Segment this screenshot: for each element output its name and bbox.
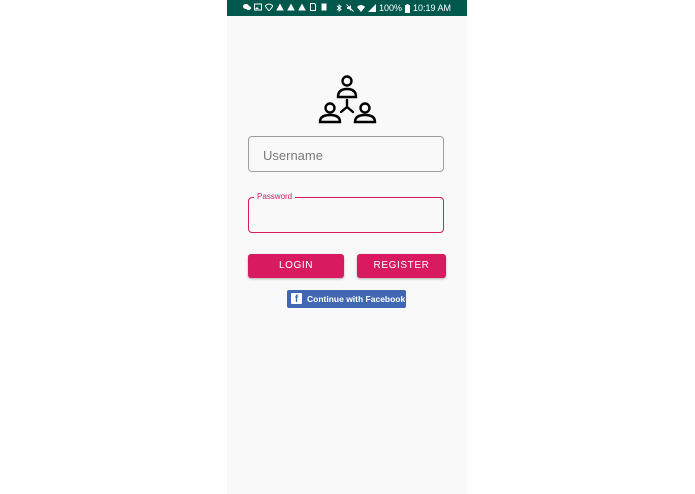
warning-icon	[298, 3, 306, 11]
clock: 10:19 AM	[412, 3, 451, 13]
password-field[interactable]: Password	[248, 192, 444, 233]
storage-icon	[321, 3, 327, 11]
facebook-button-label: Continue with Facebook	[307, 294, 406, 304]
status-bar: 100% 10:19 AM	[227, 0, 467, 16]
people-network-icon	[318, 75, 377, 124]
notification-icons	[243, 3, 328, 11]
wifi-icon	[356, 5, 365, 12]
battery-percentage: 100%	[378, 3, 402, 13]
warning-icon	[287, 3, 295, 11]
wifi-icon	[265, 3, 273, 11]
battery-icon	[404, 3, 410, 13]
status-icons: 100% 10:19 AM	[335, 2, 451, 14]
bluetooth-icon	[336, 4, 342, 12]
login-button[interactable]: LOGIN	[248, 254, 344, 278]
register-button[interactable]: REGISTER	[357, 254, 446, 278]
facebook-icon: f	[291, 293, 302, 304]
username-field[interactable]: Username	[248, 136, 444, 172]
image-icon	[254, 3, 262, 11]
sim-icon	[310, 3, 316, 11]
warning-icon	[276, 3, 284, 11]
facebook-login-button[interactable]: f Continue with Facebook	[287, 290, 406, 308]
mute-icon	[346, 4, 354, 12]
app-screen: 100% 10:19 AM Username Password LOGIN RE…	[227, 0, 467, 494]
chat-icon	[243, 4, 251, 10]
username-placeholder: Username	[263, 148, 323, 163]
signal-icon	[367, 4, 376, 12]
password-label: Password	[254, 192, 296, 202]
